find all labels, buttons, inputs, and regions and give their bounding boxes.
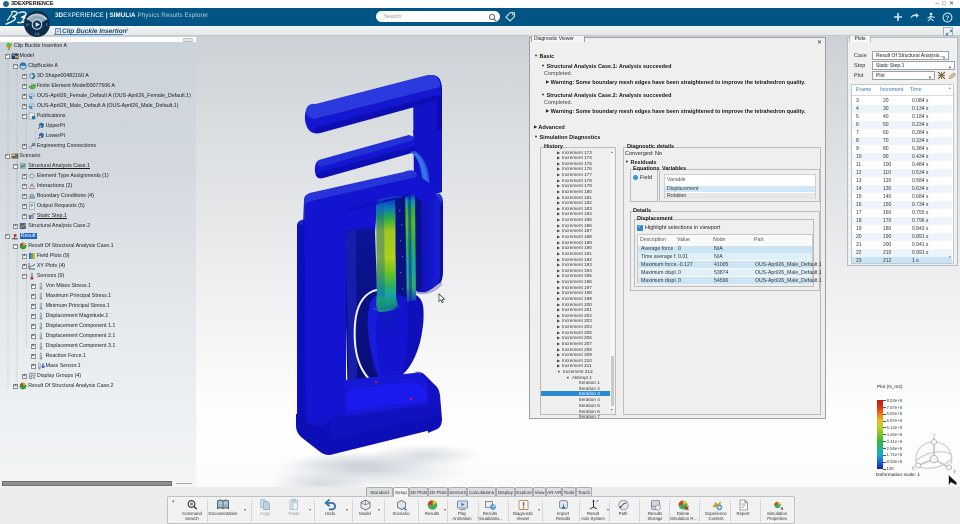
svg-text:?: ?	[946, 15, 950, 22]
svg-text:X: X	[912, 466, 916, 472]
svg-text:LA: LA	[35, 31, 40, 36]
svg-text:Z: Z	[933, 435, 936, 441]
